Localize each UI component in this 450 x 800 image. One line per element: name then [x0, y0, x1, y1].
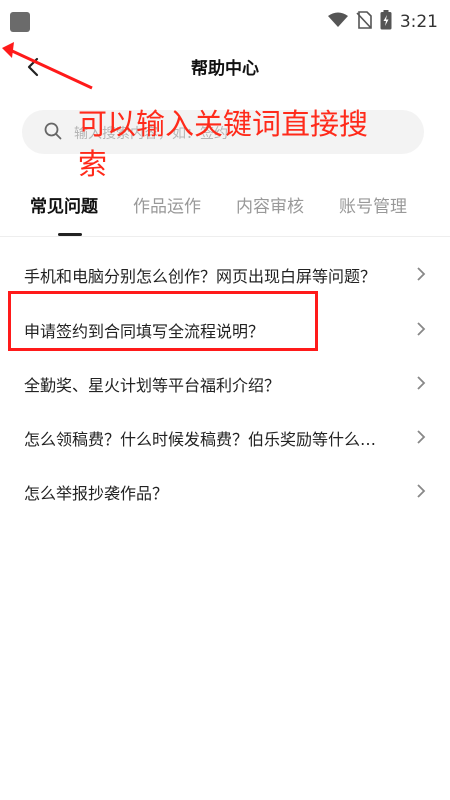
- faq-item-label: 手机和电脑分别怎么创作？网页出现白屏等问题？: [24, 267, 377, 286]
- wifi-icon: [327, 12, 348, 32]
- faq-item[interactable]: 怎么举报抄袭作品？: [0, 465, 450, 519]
- chevron-right-icon: [416, 321, 426, 341]
- chevron-right-icon: [416, 483, 426, 503]
- app-notification-icon: [10, 12, 30, 32]
- annotation-text: 可以输入关键词直接搜索: [78, 107, 369, 181]
- faq-item[interactable]: 全勤奖、星火计划等平台福利介绍？: [0, 357, 450, 411]
- annotation-highlight-box: [8, 291, 318, 351]
- search-icon: [44, 122, 62, 144]
- chevron-right-icon: [416, 375, 426, 395]
- tab-bar: 常见问题 作品运作 内容审核 账号管理: [0, 192, 450, 232]
- chevron-right-icon: [416, 266, 426, 286]
- faq-item-label: 怎么领稿费？什么时候发稿费？伯乐奖励等什么时候发？: [24, 430, 384, 449]
- chevron-right-icon: [416, 429, 426, 449]
- tab-work-operation[interactable]: 作品运作: [133, 192, 201, 217]
- no-sim-icon: [356, 11, 372, 33]
- tab-account-management[interactable]: 账号管理: [339, 192, 407, 217]
- status-icons: 3:21: [327, 10, 438, 34]
- faq-item-label: 全勤奖、星火计划等平台福利介绍？: [24, 376, 281, 395]
- clock-time: 3:21: [399, 12, 438, 32]
- faq-item-label: 怎么举报抄袭作品？: [24, 484, 169, 503]
- tab-faq[interactable]: 常见问题: [30, 192, 98, 217]
- status-bar: 3:21: [0, 0, 450, 44]
- tab-divider: [0, 236, 450, 237]
- annotation-arrow: [2, 42, 93, 90]
- faq-item[interactable]: 怎么领稿费？什么时候发稿费？伯乐奖励等什么时候发？: [0, 411, 450, 465]
- battery-charging-icon: [380, 10, 392, 34]
- tab-content-review[interactable]: 内容审核: [236, 192, 304, 217]
